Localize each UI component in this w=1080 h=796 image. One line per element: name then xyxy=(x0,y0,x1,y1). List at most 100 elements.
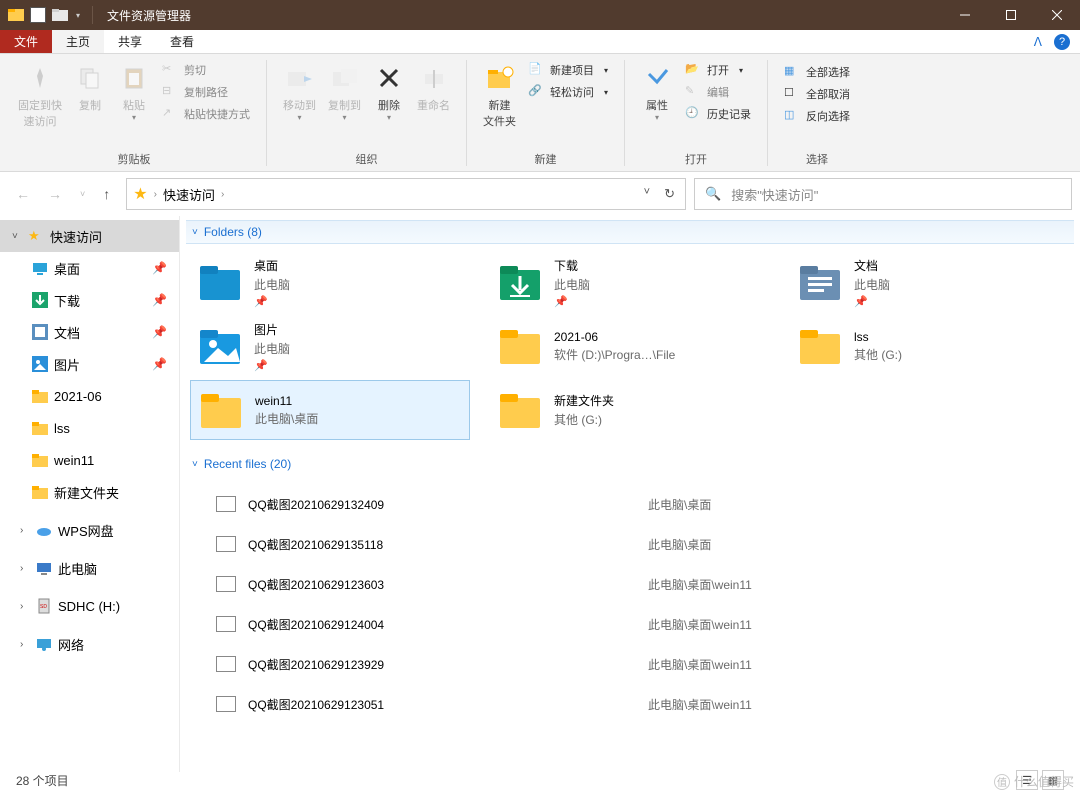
tab-share[interactable]: 共享 xyxy=(104,30,156,53)
delete-button[interactable]: 删除▾ xyxy=(367,58,411,126)
recent-locations-icon[interactable]: ˅ xyxy=(80,189,85,199)
forward-button[interactable]: → xyxy=(48,186,62,202)
folder-location: 此电脑 xyxy=(254,340,290,357)
copy-to-button[interactable]: 复制到▾ xyxy=(322,58,367,126)
up-button[interactable]: ↑ xyxy=(103,186,110,202)
folder-item[interactable]: 下载此电脑📌 xyxy=(490,252,770,312)
pin-icon: 📌 xyxy=(554,295,590,308)
recent-file-item[interactable]: QQ截图20210629123603此电脑\桌面\wein11 xyxy=(186,564,1074,604)
rename-button[interactable]: 重命名 xyxy=(411,58,456,117)
cut-button[interactable]: ✂剪切 xyxy=(160,60,252,80)
file-location: 此电脑\桌面\wein11 xyxy=(648,656,752,673)
sidebar-item[interactable]: lss xyxy=(0,412,179,444)
group-header-folders[interactable]: ˅ Folders (8) xyxy=(186,220,1074,244)
open-button[interactable]: 📂打开▾ xyxy=(683,60,753,80)
collapse-ribbon-icon[interactable]: ᐱ xyxy=(1034,35,1042,49)
group-header-recent[interactable]: ˅ Recent files (20) xyxy=(186,452,1074,476)
copy-button[interactable]: 复制 xyxy=(68,58,112,117)
address-dropdown-icon[interactable]: ˅ xyxy=(644,186,650,202)
maximize-button[interactable] xyxy=(988,0,1034,30)
help-icon[interactable]: ? xyxy=(1054,34,1070,50)
move-to-button[interactable]: 移动到▾ xyxy=(277,58,322,126)
sidebar-item-label: SDHC (H:) xyxy=(58,599,120,614)
folder-item[interactable]: lss其他 (G:) xyxy=(790,316,1070,376)
chevron-right-icon[interactable]: › xyxy=(221,189,224,200)
paste-shortcut-button[interactable]: ↗粘贴快捷方式 xyxy=(160,104,252,124)
folder-icon xyxy=(796,322,844,370)
minimize-button[interactable] xyxy=(942,0,988,30)
new-folder-button[interactable]: 新建 文件夹 xyxy=(477,58,522,133)
image-file-icon xyxy=(216,696,236,712)
folder-item[interactable]: 图片此电脑📌 xyxy=(190,316,470,376)
folder-name: 下载 xyxy=(554,257,590,274)
image-file-icon xyxy=(216,616,236,632)
select-none-button[interactable]: ☐全部取消 xyxy=(782,84,852,104)
folder-item[interactable]: wein11此电脑\桌面 xyxy=(190,380,470,440)
open-icon: 📂 xyxy=(685,62,701,78)
refresh-button[interactable]: ↻ xyxy=(664,186,675,202)
qat-checkbox[interactable] xyxy=(30,7,46,23)
invert-selection-button[interactable]: ◫反向选择 xyxy=(782,106,852,126)
folder-item[interactable]: 新建文件夹其他 (G:) xyxy=(490,380,770,440)
tab-view[interactable]: 查看 xyxy=(156,30,208,53)
cloud-icon xyxy=(36,522,52,538)
pin-to-quick-access-button[interactable]: 固定到快 速访问 xyxy=(12,58,68,133)
folder-item[interactable]: 桌面此电脑📌 xyxy=(190,252,470,312)
desktop-icon xyxy=(196,258,244,306)
search-box[interactable]: 🔍 搜索"快速访问" xyxy=(694,178,1072,210)
sidebar-quick-access[interactable]: ˅ ★ 快速访问 xyxy=(0,220,179,252)
chevron-right-icon[interactable]: › xyxy=(20,601,30,612)
chevron-right-icon[interactable]: › xyxy=(154,189,157,200)
file-name: QQ截图20210629123603 xyxy=(248,576,648,593)
properties-button[interactable]: 属性▾ xyxy=(635,58,679,126)
folder-icon xyxy=(32,388,48,404)
folder-item[interactable]: 2021-06软件 (D:)\Progra…\File xyxy=(490,316,770,376)
sidebar-item[interactable]: 图片📌 xyxy=(0,348,179,380)
pictures-icon xyxy=(32,356,48,372)
sidebar-item[interactable]: ›网络 xyxy=(0,628,179,660)
documents-icon xyxy=(32,324,48,340)
chevron-down-icon[interactable]: ˅ xyxy=(12,231,22,242)
qat-folder-icon[interactable] xyxy=(52,7,68,23)
tab-home[interactable]: 主页 xyxy=(52,30,104,53)
close-button[interactable] xyxy=(1034,0,1080,30)
chevron-right-icon[interactable]: › xyxy=(20,525,30,536)
select-all-button[interactable]: ▦全部选择 xyxy=(782,62,852,82)
sidebar-item[interactable]: 2021-06 xyxy=(0,380,179,412)
folder-item[interactable]: 文档此电脑📌 xyxy=(790,252,1070,312)
recent-file-item[interactable]: QQ截图20210629132409此电脑\桌面 xyxy=(186,484,1074,524)
chevron-down-icon: ˅ xyxy=(192,227,198,238)
sidebar-item[interactable]: ›SDSDHC (H:) xyxy=(0,590,179,622)
file-location: 此电脑\桌面 xyxy=(648,496,711,513)
sidebar-item[interactable]: ›此电脑 xyxy=(0,552,179,584)
back-button[interactable]: ← xyxy=(16,186,30,202)
sidebar-item-label: 图片 xyxy=(54,355,80,374)
edit-button[interactable]: ✎编辑 xyxy=(683,82,753,102)
qat-dropdown-icon[interactable]: ▾ xyxy=(76,11,80,20)
sidebar-item[interactable]: 桌面📌 xyxy=(0,252,179,284)
sidebar-item[interactable]: wein11 xyxy=(0,444,179,476)
content-area: ˅ Folders (8) 桌面此电脑📌下载此电脑📌文档此电脑📌图片此电脑📌20… xyxy=(180,216,1080,772)
easy-access-button[interactable]: 🔗轻松访问▾ xyxy=(526,82,610,102)
history-button[interactable]: 🕘历史记录 xyxy=(683,104,753,124)
ribbon-group-organize: 移动到▾ 复制到▾ 删除▾ 重命名 组织 xyxy=(271,58,462,171)
recent-file-item[interactable]: QQ截图20210629123929此电脑\桌面\wein11 xyxy=(186,644,1074,684)
breadcrumb-bar[interactable]: ★ › 快速访问 › ˅ ↻ xyxy=(126,178,686,210)
recent-file-item[interactable]: QQ截图20210629124004此电脑\桌面\wein11 xyxy=(186,604,1074,644)
tab-file[interactable]: 文件 xyxy=(0,30,52,53)
breadcrumb[interactable]: 快速访问 xyxy=(163,185,215,204)
recent-file-item[interactable]: QQ截图20210629135118此电脑\桌面 xyxy=(186,524,1074,564)
new-item-button[interactable]: 📄新建项目▾ xyxy=(526,60,610,80)
sidebar-item[interactable]: 文档📌 xyxy=(0,316,179,348)
sidebar-item[interactable]: 下载📌 xyxy=(0,284,179,316)
recent-file-item[interactable]: QQ截图20210629123051此电脑\桌面\wein11 xyxy=(186,684,1074,724)
ribbon-group-open: 属性▾ 📂打开▾ ✎编辑 🕘历史记录 打开 xyxy=(629,58,763,171)
sidebar-item[interactable]: 新建文件夹 xyxy=(0,476,179,508)
watermark: 值 什么值得买 xyxy=(994,773,1074,790)
chevron-right-icon[interactable]: › xyxy=(20,563,30,574)
chevron-right-icon[interactable]: › xyxy=(20,639,30,650)
paste-button[interactable]: 粘贴▾ xyxy=(112,58,156,126)
pin-icon: 📌 xyxy=(254,295,290,308)
copy-path-button[interactable]: ⊟复制路径 xyxy=(160,82,252,102)
sidebar-item[interactable]: ›WPS网盘 xyxy=(0,514,179,546)
